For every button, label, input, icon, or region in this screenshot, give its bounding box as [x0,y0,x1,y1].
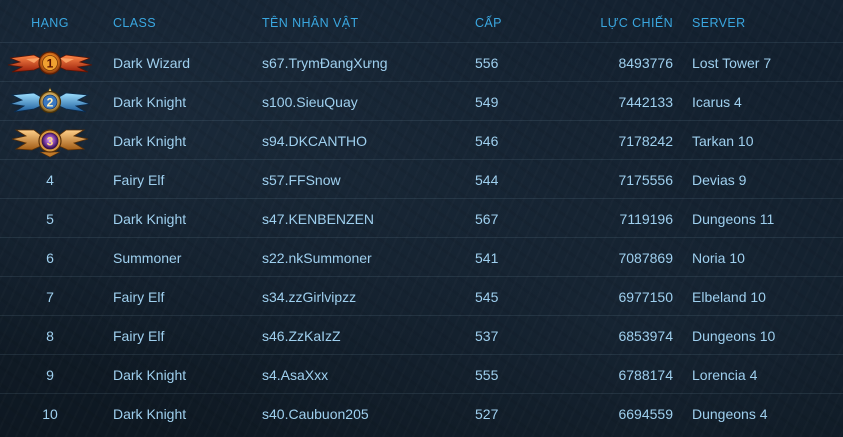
level-cell: 567 [475,210,499,227]
class-cell: Fairy Elf [113,171,165,188]
rank-number: 1 [47,56,54,70]
header-level: CẤP [475,16,502,30]
bronze-medal-icon: 3 [11,128,89,157]
name-cell: s94.DKCANTHO [262,132,368,149]
name-cell: s40.Caubuon205 [262,405,369,422]
table-row: 10 Dark Knight s40.Caubuon205 527 669455… [0,393,843,433]
power-cell: 6853974 [618,327,673,344]
rank-cell: 1 [0,43,100,82]
server-cell: Tarkan 10 [692,132,754,149]
server-cell: Elbeland 10 [692,288,766,305]
rank-cell: 5 [46,210,54,227]
level-cell: 544 [475,171,499,188]
server-cell: Lost Tower 7 [692,54,772,71]
gold-medal-icon: 1 [7,50,93,75]
name-cell: s46.ZzKaIzZ [262,327,341,344]
rank-cell: 6 [46,249,54,266]
rank-cell: 2 [0,82,100,121]
rank-cell: 3 [0,121,100,160]
class-cell: Dark Wizard [113,54,191,71]
power-cell: 7178242 [618,132,673,149]
table-row: 3 Dark Knight s94.DKCANTHO 546 7178242 T… [0,120,843,160]
level-cell: 546 [475,132,499,149]
server-cell: Lorencia 4 [692,366,758,383]
level-cell: 556 [475,54,499,71]
table-row: 7 Fairy Elf s34.zzGirlvipzz 545 6977150 … [0,276,843,316]
class-cell: Fairy Elf [113,288,165,305]
rank-cell: 4 [46,171,54,188]
server-cell: Dungeons 10 [692,327,776,344]
rank-number: 3 [47,134,54,148]
table-row: 5 Dark Knight s47.KENBENZEN 567 7119196 … [0,198,843,238]
table-header: HẠNG CLASS TÊN NHÂN VẬT CẤP LỰC CHIẾN SE… [0,4,843,42]
name-cell: s100.SieuQuay [262,93,358,110]
rank-cell: 9 [46,366,54,383]
header-name: TÊN NHÂN VẬT [262,16,359,30]
name-cell: s34.zzGirlvipzz [262,288,357,305]
server-cell: Devias 9 [692,171,747,188]
server-cell: Icarus 4 [692,93,742,110]
server-cell: Dungeons 4 [692,405,768,422]
rank-cell: 10 [42,405,58,422]
class-cell: Dark Knight [113,210,187,227]
power-cell: 8493776 [618,54,673,71]
power-cell: 6694559 [618,405,673,422]
server-cell: Dungeons 11 [692,210,775,227]
class-cell: Dark Knight [113,93,187,110]
class-cell: Fairy Elf [113,327,165,344]
table-row: 2 Dark Knight s100.SieuQuay 549 7442133 … [0,81,843,121]
power-cell: 7442133 [618,93,673,110]
header-server: SERVER [692,16,746,30]
name-cell: s4.AsaXxx [262,366,329,383]
class-cell: Dark Knight [113,366,187,383]
rank-number: 2 [47,95,54,109]
header-power: LỰC CHIẾN [600,16,673,30]
class-cell: Dark Knight [113,405,187,422]
level-cell: 541 [475,249,499,266]
power-cell: 7087869 [618,249,673,266]
table-row: 6 Summoner s22.nkSummoner 541 7087869 No… [0,237,843,277]
silver-medal-icon: 2 [9,86,91,113]
power-cell: 7119196 [619,210,673,227]
level-cell: 545 [475,288,499,305]
class-cell: Dark Knight [113,132,187,149]
name-cell: s57.FFSnow [262,171,341,188]
power-cell: 6788174 [618,366,673,383]
header-rank: HẠNG [31,16,69,30]
rank-cell: 7 [46,288,54,305]
power-cell: 7175556 [618,171,673,188]
table-row: 4 Fairy Elf s57.FFSnow 544 7175556 Devia… [0,159,843,199]
ranking-board: HẠNG CLASS TÊN NHÂN VẬT CẤP LỰC CHIẾN SE… [0,0,843,437]
table-row: 8 Fairy Elf s46.ZzKaIzZ 537 6853974 Dung… [0,315,843,355]
server-cell: Noria 10 [692,249,745,266]
name-cell: s67.TrymĐangXưng [262,54,388,71]
name-cell: s47.KENBENZEN [262,210,375,227]
name-cell: s22.nkSummoner [262,249,372,266]
level-cell: 549 [475,93,499,110]
power-cell: 6977150 [618,288,673,305]
rank-cell: 8 [46,327,54,344]
level-cell: 555 [475,366,499,383]
table-row: 1 Dark Wizard s67.TrymĐangXưng 556 84937… [0,42,843,82]
level-cell: 527 [475,405,499,422]
class-cell: Summoner [113,249,182,266]
level-cell: 537 [475,327,499,344]
header-class: CLASS [113,16,156,30]
table-row: 9 Dark Knight s4.AsaXxx 555 6788174 Lore… [0,354,843,394]
